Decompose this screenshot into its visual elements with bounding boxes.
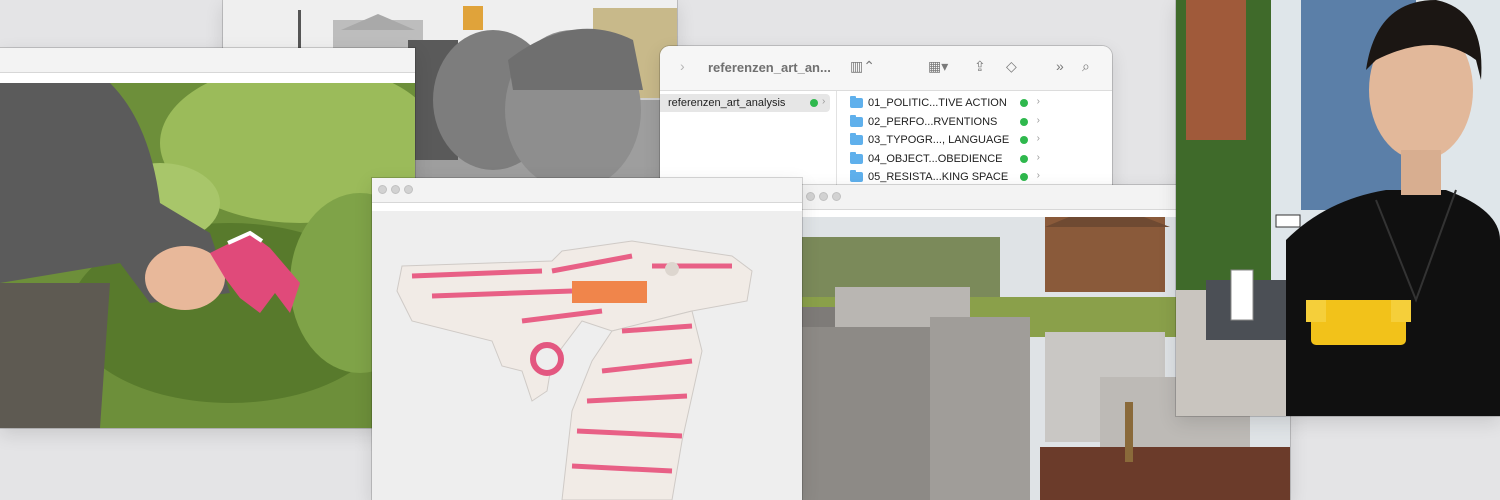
sync-status-icon <box>1020 117 1028 126</box>
portrait-photo <box>1176 0 1500 416</box>
sync-status-icon <box>1020 136 1028 144</box>
folder-icon <box>850 151 863 164</box>
minimize-icon[interactable] <box>391 185 400 194</box>
sync-status-icon <box>1020 99 1028 107</box>
sync-status-icon <box>1020 154 1028 163</box>
window-controls <box>806 192 841 201</box>
list-item[interactable]: 02_PERFO...RVENTIONS › <box>850 113 1042 132</box>
folder-name: 05_RESISTA...KING SPACE <box>868 171 1009 184</box>
window-controls <box>378 185 413 194</box>
list-item[interactable]: 03_TYPOGR..., LANGUAGE › <box>850 131 1042 150</box>
folder-name: 04_OBJECT...OBEDIENCE <box>868 152 1003 165</box>
sync-status-icon <box>1020 173 1028 181</box>
folder-icon <box>850 96 863 109</box>
chevron-right-icon: › <box>1036 151 1040 163</box>
sidebar-item-referenzen[interactable]: referenzen_art_analysis <box>660 94 830 112</box>
list-item[interactable]: 04_OBJECT...OBEDIENCE › <box>850 150 1042 169</box>
chevron-right-icon: › <box>1036 170 1040 181</box>
share-icon[interactable]: ⇪ <box>974 58 986 75</box>
sync-status-icon <box>810 99 818 107</box>
folder-icon <box>850 114 863 127</box>
minimize-icon[interactable] <box>819 192 828 201</box>
zoom-icon[interactable] <box>404 185 413 194</box>
child-photo-window[interactable] <box>0 48 415 428</box>
title-bar[interactable] <box>372 178 802 203</box>
tag-icon[interactable]: ◇ <box>1006 58 1017 75</box>
list-item[interactable]: 05_RESISTA...KING SPACE › <box>850 168 1042 187</box>
title-bar[interactable] <box>0 48 415 73</box>
zoom-icon[interactable] <box>832 192 841 201</box>
finder-toolbar: › referenzen_art_an... ▥⌃ ▦▾ ⇪ ◇ » ⌕ <box>660 46 1112 91</box>
double-chevron-icon[interactable]: » <box>1056 58 1064 74</box>
chevron-right-icon: › <box>1036 114 1040 126</box>
columns-view-icon[interactable]: ▥⌃ <box>850 58 875 75</box>
sidebar-item-label: referenzen_art_analysis <box>668 97 786 109</box>
chevron-right-icon: › <box>1036 96 1040 107</box>
folder-icon <box>850 170 863 183</box>
close-icon[interactable] <box>806 192 815 201</box>
search-icon[interactable]: ⌕ <box>1082 58 1090 75</box>
chevron-right-icon: › <box>822 96 826 107</box>
close-icon[interactable] <box>378 185 387 194</box>
child-photo <box>0 83 415 428</box>
pistol-photo <box>372 211 802 500</box>
portrait-photo-window[interactable] <box>1176 0 1500 416</box>
folder-list: 01_POLITIC...TIVE ACTION › 02_PERFO...RV… <box>850 94 1042 187</box>
folder-name: 03_TYPOGR..., LANGUAGE <box>868 134 1010 147</box>
pistol-photo-window[interactable] <box>372 178 802 500</box>
list-item[interactable]: 01_POLITIC...TIVE ACTION › <box>850 94 1042 113</box>
folder-icon <box>850 133 863 146</box>
chevron-right-icon[interactable]: › <box>680 58 685 74</box>
grid-view-icon[interactable]: ▦▾ <box>928 58 948 75</box>
finder-window-title: referenzen_art_an... <box>708 60 831 75</box>
folder-name: 01_POLITIC...TIVE ACTION <box>868 97 1007 110</box>
chevron-right-icon: › <box>1036 133 1040 144</box>
folder-name: 02_PERFO...RVENTIONS <box>868 115 998 128</box>
